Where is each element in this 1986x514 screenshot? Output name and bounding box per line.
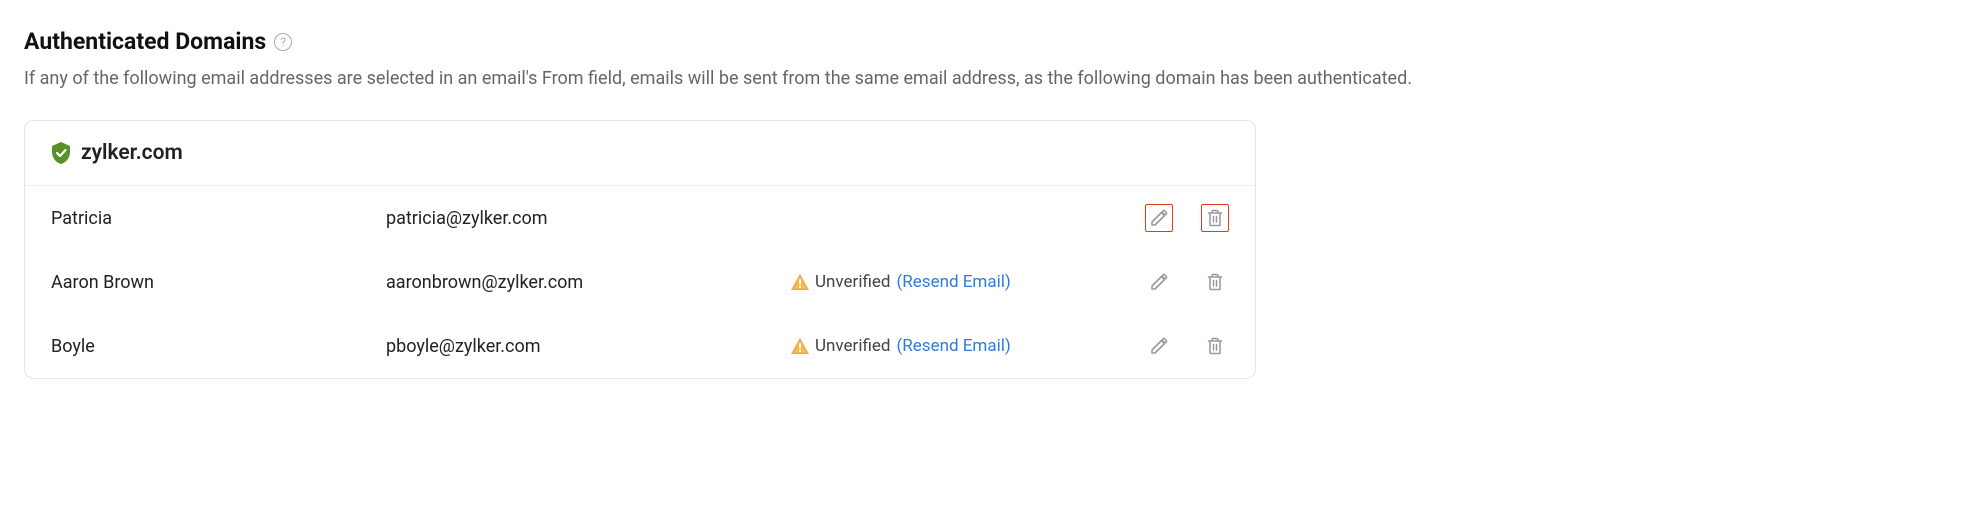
resend-email-link[interactable]: (Resend Email) <box>896 336 1010 356</box>
table-row: Aaron Brown aaronbrown@zylker.com Unveri… <box>25 250 1255 314</box>
delete-button[interactable] <box>1201 332 1229 360</box>
page-description: If any of the following email addresses … <box>24 65 1962 92</box>
user-name: Aaron Brown <box>51 272 386 293</box>
user-email: aaronbrown@zylker.com <box>386 272 791 293</box>
domain-card: zylker.com Patricia patricia@zylker.com … <box>24 120 1256 379</box>
shield-verified-icon <box>51 142 71 164</box>
delete-button[interactable] <box>1201 204 1229 232</box>
edit-button[interactable] <box>1145 332 1173 360</box>
edit-button[interactable] <box>1145 204 1173 232</box>
domain-name: zylker.com <box>81 141 183 165</box>
status-cell: Unverified (Resend Email) <box>791 272 1109 292</box>
page-title: Authenticated Domains <box>24 28 266 55</box>
edit-button[interactable] <box>1145 268 1173 296</box>
delete-button[interactable] <box>1201 268 1229 296</box>
status-text: Unverified <box>815 272 890 292</box>
resend-email-link[interactable]: (Resend Email) <box>896 272 1010 292</box>
user-email: pboyle@zylker.com <box>386 336 791 357</box>
table-row: Patricia patricia@zylker.com <box>25 186 1255 250</box>
user-name: Patricia <box>51 208 386 229</box>
help-icon[interactable]: ? <box>274 33 292 51</box>
status-text: Unverified <box>815 336 890 356</box>
domain-header: zylker.com <box>25 121 1255 186</box>
user-name: Boyle <box>51 336 386 357</box>
user-email: patricia@zylker.com <box>386 208 791 229</box>
warning-icon <box>791 338 809 354</box>
warning-icon <box>791 274 809 290</box>
status-cell: Unverified (Resend Email) <box>791 336 1109 356</box>
table-row: Boyle pboyle@zylker.com Unverified (Rese… <box>25 314 1255 378</box>
